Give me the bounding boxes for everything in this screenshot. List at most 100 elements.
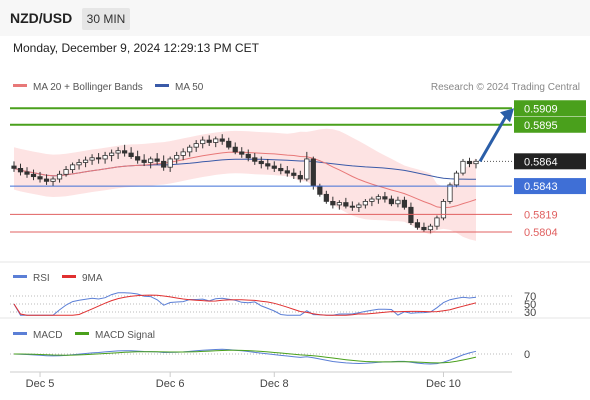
candle-body: [388, 198, 395, 205]
candle-body: [76, 162, 82, 166]
candle-body: [330, 201, 336, 206]
pivot-label: 0.5843: [524, 181, 558, 193]
candle-body: [440, 201, 447, 219]
candle-body: [395, 199, 401, 205]
candle-body: [187, 146, 193, 153]
candle-body: [304, 158, 310, 180]
candle-body: [109, 152, 115, 156]
candle-body: [362, 201, 368, 206]
credit-label: Research © 2024 Trading Central: [431, 82, 580, 93]
candle-body: [473, 160, 479, 165]
candle-body: [349, 205, 355, 208]
candle-body: [69, 164, 76, 170]
candle-body: [24, 171, 30, 175]
candle-body: [323, 193, 329, 202]
candle-body: [408, 206, 414, 224]
candle-body: [154, 158, 160, 162]
bollinger-band-area: [14, 128, 476, 241]
candle-body: [421, 226, 427, 231]
candle-body: [414, 222, 421, 228]
candle-body: [17, 167, 24, 173]
candle-body: [447, 184, 453, 202]
candle-body: [369, 198, 375, 202]
rsi-legend-swatch: [13, 275, 27, 278]
macd-legend-swatch: [13, 332, 27, 335]
candle-body: [343, 202, 349, 207]
candle-body: [11, 165, 17, 169]
candle-body: [37, 176, 43, 180]
candle-body: [375, 196, 381, 200]
candle-body: [336, 202, 342, 206]
x-tick-label: Dec 5: [26, 378, 55, 390]
candle-body: [30, 173, 37, 178]
candle-body: [148, 158, 154, 163]
candle-body: [460, 160, 466, 174]
candle-body: [466, 160, 473, 165]
candle-body: [284, 170, 290, 174]
rsi-plot: 705030: [10, 291, 536, 319]
candle-body: [453, 172, 460, 186]
candle-body: [427, 225, 434, 231]
main-plot: [11, 128, 479, 241]
candle-body: [317, 185, 323, 195]
candle-body: [200, 139, 206, 145]
last-price-label: 0.5864: [524, 156, 558, 168]
candle-body: [356, 204, 362, 208]
candle-body: [219, 138, 225, 142]
candle-body: [297, 175, 303, 180]
candle-body: [167, 158, 173, 168]
candle-body: [232, 146, 238, 153]
candle-body: [252, 157, 258, 162]
candle-body: [271, 165, 277, 169]
macd-legend-label: MACD: [33, 330, 62, 341]
candle-body: [193, 143, 199, 148]
candle-body: [265, 163, 271, 167]
candle-body: [56, 173, 63, 180]
rsi-ma-legend-label: 9MA: [82, 273, 103, 284]
candle-body: [141, 159, 147, 163]
macd-plot: 0: [10, 348, 530, 365]
candle-body: [401, 199, 408, 208]
macd-signal-legend-label: MACD Signal: [95, 330, 155, 341]
candle-body: [180, 151, 186, 156]
candle-body: [310, 158, 316, 187]
candle-body: [239, 151, 245, 155]
candle-body: [95, 157, 102, 160]
ma50-legend-label: MA 50: [175, 82, 204, 93]
candle-body: [82, 159, 89, 163]
rsi-level-label: 30: [524, 307, 536, 319]
candle-body: [63, 169, 69, 175]
macd-signal-legend-swatch: [75, 332, 89, 335]
x-tick-label: Dec 10: [426, 378, 461, 390]
price-chart: MA 20 + Bollinger Bands MA 50 Research ©…: [0, 82, 590, 390]
forecast-arrow-shaft: [478, 115, 508, 163]
candle-body: [291, 172, 297, 176]
candle-body: [89, 157, 95, 161]
ma50-legend-swatch: [155, 84, 169, 87]
candle-body: [226, 140, 232, 148]
candle-body: [50, 178, 56, 182]
candle-body: [115, 150, 121, 154]
candle-body: [382, 196, 388, 200]
ma20-legend-swatch: [13, 84, 27, 87]
ma20-legend-label: MA 20 + Bollinger Bands: [33, 82, 143, 93]
support-label: 0.5819: [524, 209, 558, 221]
x-tick-label: Dec 8: [260, 378, 289, 390]
candle-body: [122, 150, 128, 154]
resistance-label: 0.5909: [524, 103, 558, 115]
x-axis: Dec 5 Dec 6 Dec 8 Dec 10: [26, 372, 461, 390]
rsi-legend-label: RSI: [33, 273, 50, 284]
candle-body: [434, 217, 440, 227]
macd-level-label: 0: [524, 349, 530, 361]
candle-body: [128, 152, 134, 157]
candle-body: [278, 167, 284, 172]
candle-body: [43, 178, 50, 182]
candle-body: [174, 155, 180, 160]
candle-body: [161, 160, 167, 168]
candle-body: [213, 138, 219, 143]
support-label: 0.5804: [524, 227, 558, 239]
rsi-ma-legend-swatch: [62, 275, 76, 278]
macd-signal-line: [14, 349, 477, 364]
resistance-label: 0.5895: [524, 120, 558, 132]
x-tick-label: Dec 6: [156, 378, 185, 390]
